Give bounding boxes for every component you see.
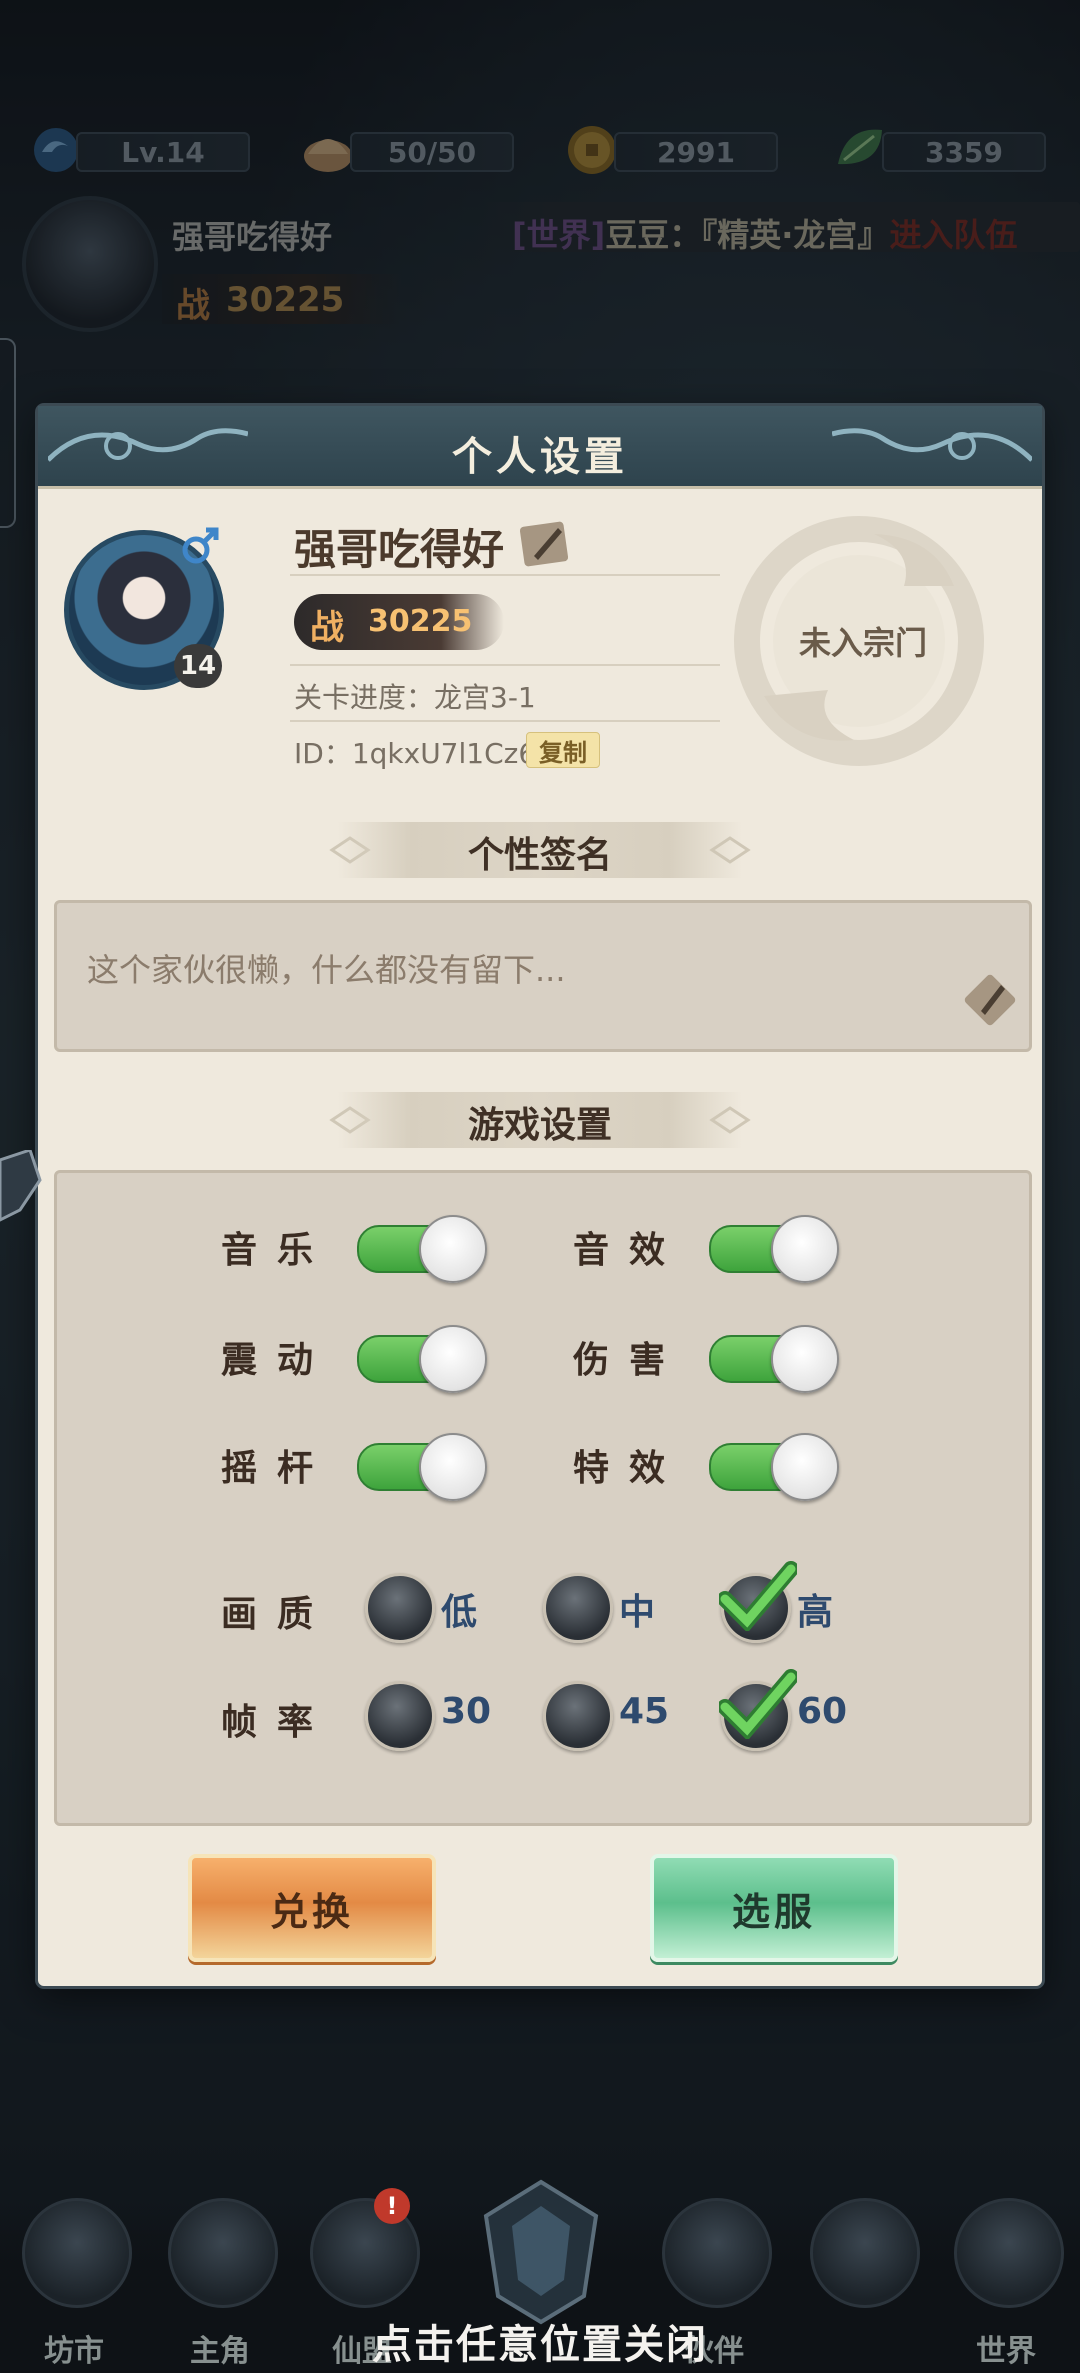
damage-label: 伤害 [573, 1340, 686, 1381]
framerate-45-label: 45 [619, 1691, 670, 1732]
user-id: ID：1qkxU7l1Cz6 [294, 737, 537, 770]
personal-settings-dialog: 个人设置 14 强哥吃得好 战 30225 关卡进度：龙宫3-1 ID：1qkx… [38, 406, 1042, 1986]
toggle-knob [771, 1325, 839, 1393]
checkmark-icon [719, 1669, 797, 1739]
copy-id-button[interactable]: 复制 [526, 732, 600, 768]
framerate-30-label: 30 [441, 1691, 492, 1732]
joystick-toggle[interactable] [357, 1433, 489, 1501]
edit-signature-icon[interactable] [961, 969, 1019, 1027]
hero-icon [168, 2198, 278, 2308]
close-hint: 点击任意位置关闭 [372, 2322, 708, 2368]
sound-effect-label: 音效 [573, 1230, 686, 1271]
framerate-30-radio[interactable] [365, 1681, 435, 1751]
sound-effect-toggle[interactable] [709, 1215, 841, 1283]
quality-high-label: 高 [797, 1592, 834, 1633]
battle-emblem-icon[interactable] [466, 2176, 616, 2326]
male-gender-icon [182, 527, 219, 564]
notification-badge: ! [374, 2188, 410, 2224]
music-toggle[interactable] [357, 1215, 489, 1283]
signature-box[interactable]: 这个家伙很懒，什么都没有留下... [54, 900, 1032, 1052]
quality-low-label: 低 [441, 1592, 478, 1633]
profile-level-badge: 14 [174, 644, 222, 688]
damage-toggle[interactable] [709, 1325, 841, 1393]
toggle-knob [771, 1433, 839, 1501]
toggle-knob [419, 1325, 487, 1393]
quality-mid-radio[interactable] [543, 1573, 613, 1643]
quality-mid-label: 中 [619, 1592, 656, 1633]
profile-name: 强哥吃得好 [294, 525, 505, 574]
world-icon [954, 2198, 1064, 2308]
market-icon [22, 2198, 132, 2308]
profile-power-value: 30225 [368, 604, 473, 639]
profile-power-label: 战 [310, 608, 344, 648]
redeem-button[interactable]: 兑换 [188, 1854, 436, 1962]
signature-text: 这个家伙很懒，什么都没有留下... [87, 951, 566, 989]
sect-status[interactable]: 未入宗门 [728, 618, 998, 664]
framerate-45-radio[interactable] [543, 1681, 613, 1751]
stage-progress: 关卡进度：龙宫3-1 [294, 681, 536, 714]
profile-divider [290, 574, 720, 576]
special-effects-toggle[interactable] [709, 1433, 841, 1501]
signature-section-title: 个性签名 [467, 835, 612, 876]
special-effects-label: 特效 [573, 1448, 686, 1489]
framerate-60-label: 60 [797, 1691, 848, 1732]
vibration-label: 震动 [221, 1340, 334, 1381]
toggle-knob [419, 1433, 487, 1501]
profile-divider [290, 720, 720, 722]
partner-icon [662, 2198, 772, 2308]
profile-divider [290, 664, 720, 666]
chat-icon [810, 2198, 920, 2308]
vibration-toggle[interactable] [357, 1325, 489, 1393]
side-character-icon [0, 1150, 42, 1222]
toggle-knob [771, 1215, 839, 1283]
game-settings-section-title: 游戏设置 [467, 1105, 612, 1146]
game-settings-box: 音乐 音效 震动 伤害 摇杆 特效 画质 低 中 高 帧率 30 45 60 [54, 1170, 1032, 1826]
music-label: 音乐 [221, 1230, 334, 1271]
toggle-knob [419, 1215, 487, 1283]
framerate-label: 帧率 [221, 1702, 334, 1743]
quality-low-radio[interactable] [365, 1573, 435, 1643]
edit-name-icon[interactable] [516, 514, 572, 570]
checkmark-icon [719, 1561, 797, 1631]
select-server-button[interactable]: 选服 [650, 1854, 898, 1962]
quality-label: 画质 [221, 1594, 334, 1635]
joystick-label: 摇杆 [221, 1448, 334, 1489]
dialog-header: 个人设置 [38, 406, 1042, 489]
dialog-title: 个人设置 [452, 434, 628, 480]
